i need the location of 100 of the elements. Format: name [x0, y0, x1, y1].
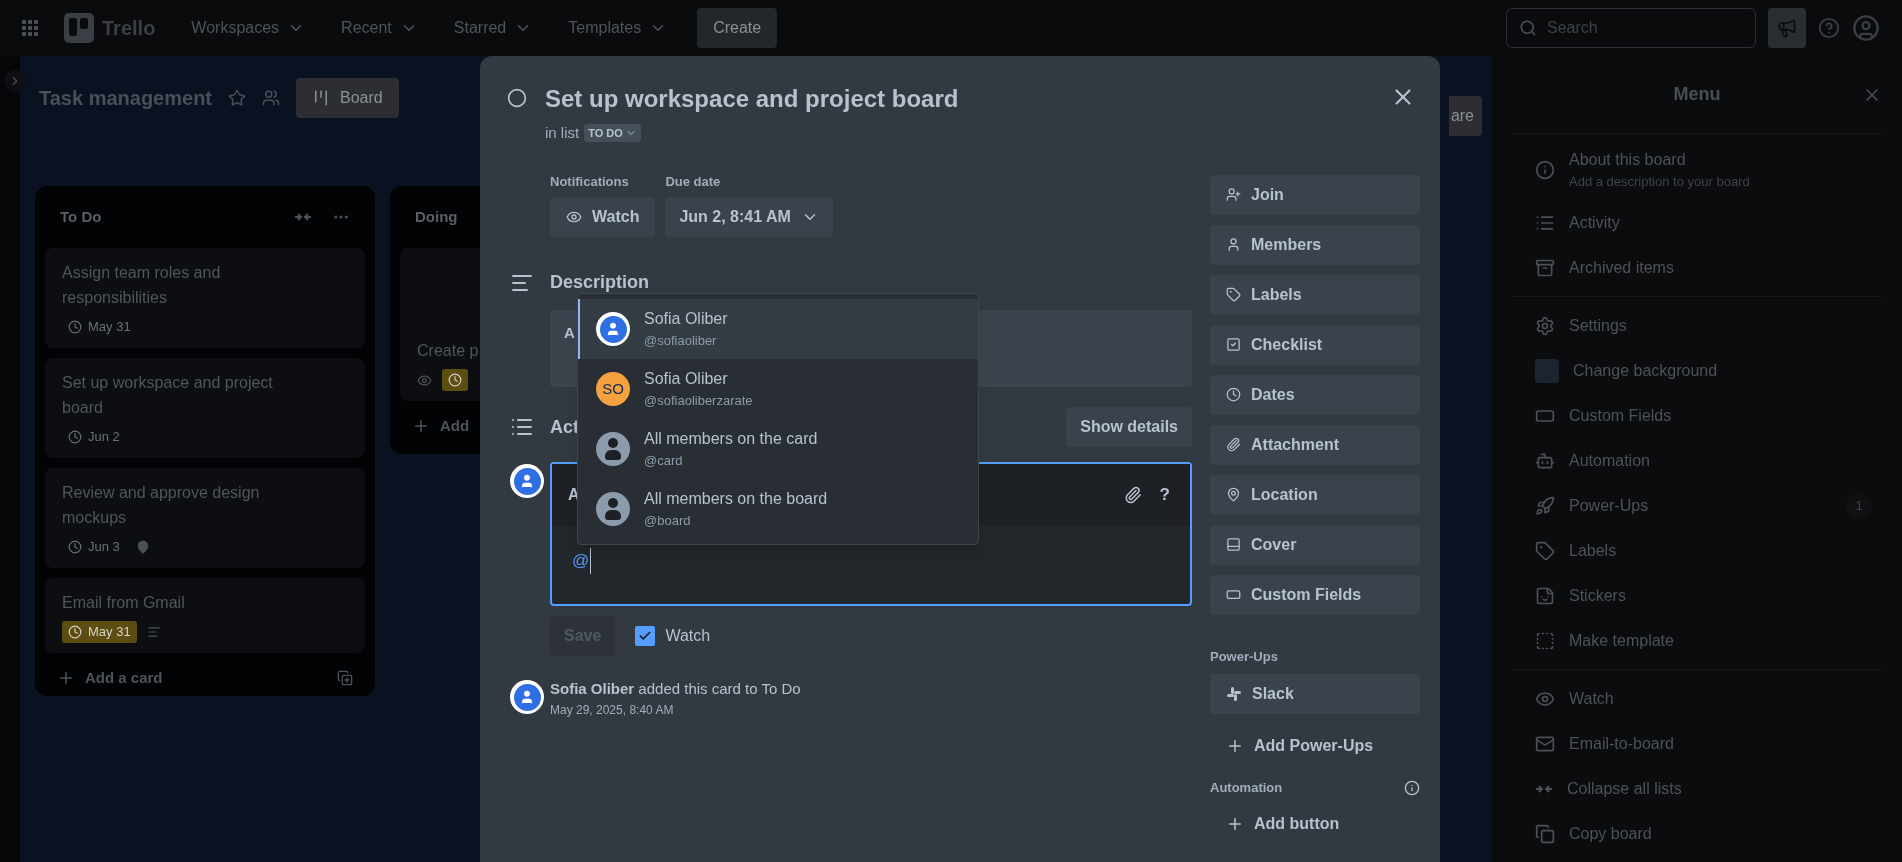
card-action-button[interactable]: Join	[1210, 174, 1420, 215]
card-title: Set up workspace and project board	[545, 84, 960, 114]
mention-option[interactable]: SO Sofia Oliber @sofiaoliberzarate	[578, 359, 978, 419]
card-action-button[interactable]: Location	[1210, 474, 1420, 515]
menu-item[interactable]: Archived items	[1512, 245, 1882, 290]
menu-item[interactable]: Activity	[1512, 200, 1882, 245]
menu-item-label: Labels	[1569, 540, 1618, 561]
sticker-icon	[1535, 585, 1555, 606]
watch-button[interactable]: Watch	[550, 197, 656, 237]
search-input[interactable]: Search	[1547, 16, 1737, 40]
nav-menu-button[interactable]: Workspaces	[177, 12, 320, 44]
due-date: May 31	[62, 316, 137, 338]
checkbox-icon	[1226, 337, 1241, 352]
due-date: May 31	[62, 621, 137, 643]
nav-menu-button[interactable]: Starred	[439, 12, 547, 44]
share-button[interactable]: are	[1448, 96, 1482, 136]
add-card-button[interactable]: Add	[412, 415, 470, 438]
avatar: SO	[596, 372, 630, 406]
star-icon[interactable]	[228, 89, 247, 107]
nav-menu-button[interactable]: Recent	[327, 12, 432, 44]
menu-item[interactable]: Automation	[1512, 438, 1882, 483]
menu-title: Menu	[1673, 83, 1721, 106]
create-button[interactable]: Create	[697, 8, 778, 48]
card-action-button[interactable]: Checklist	[1210, 324, 1420, 365]
eye-icon	[417, 372, 432, 388]
member-name: Sofia Oliber	[644, 309, 728, 330]
card-title: Set up workspace and project board	[62, 373, 274, 418]
logo-icon[interactable]	[64, 13, 94, 43]
card[interactable]: Set up workspace and project board Jun 2	[45, 358, 365, 458]
menu-item[interactable]: About this board Add a description to your board	[1512, 140, 1882, 200]
menu-item[interactable]: Watch	[1512, 676, 1882, 721]
menu-item-label: Automation	[1569, 450, 1651, 471]
menu-item[interactable]: Email-to-board	[1512, 721, 1882, 766]
menu-item-label: Change background	[1573, 360, 1719, 381]
plus-icon	[1226, 737, 1244, 755]
menu-item-label: Power-Ups	[1569, 495, 1650, 516]
member-handle: @sofiaoliberzarate	[644, 392, 753, 411]
mention-option[interactable]: Sofia Oliber @sofiaoliber	[578, 299, 978, 359]
section-label: Power-Ups	[1210, 647, 1279, 666]
avatar	[596, 432, 630, 466]
card[interactable]: Email from Gmail May 31	[45, 578, 365, 653]
person-plus-icon	[1226, 187, 1241, 202]
card-action-button[interactable]: Custom Fields	[1210, 574, 1420, 615]
menu-item[interactable]: Settings	[1512, 303, 1882, 348]
help-button[interactable]: ?	[1159, 482, 1170, 508]
card-title: Assign team roles and responsibilities	[62, 263, 222, 308]
activity-time[interactable]: May 29, 2025, 8:40 AM	[550, 700, 801, 719]
card-action-button[interactable]: Members	[1210, 224, 1420, 265]
checkbox-label: Watch	[665, 626, 711, 646]
archive-icon	[1535, 257, 1555, 278]
info-icon[interactable]	[1404, 779, 1420, 796]
menu-item-label: Watch	[1569, 688, 1615, 709]
card[interactable]: Assign team roles and responsibilities May 31	[45, 248, 365, 348]
template-icon[interactable]	[337, 670, 353, 687]
list-dropdown[interactable]: TO DO	[584, 124, 641, 143]
add-automation-button[interactable]: Add button	[1210, 803, 1420, 844]
card-action-button[interactable]: Cover	[1210, 524, 1420, 565]
notification-button[interactable]	[1768, 8, 1806, 48]
help-icon[interactable]	[1818, 17, 1840, 39]
menu-item-label: Copy board	[1569, 823, 1653, 844]
app-grid-icon[interactable]	[22, 20, 38, 36]
list-title: To Do	[60, 206, 102, 227]
card-action-button[interactable]: Labels	[1210, 274, 1420, 315]
menu-item-label: Make template	[1569, 630, 1675, 651]
show-details-button[interactable]: Show details	[1066, 407, 1192, 447]
field-label: Notifications	[550, 172, 630, 191]
nav-menu-button[interactable]: Templates	[554, 12, 682, 44]
clock-icon	[1226, 387, 1241, 402]
card-action-button[interactable]: Attachment	[1210, 424, 1420, 465]
watch-checkbox[interactable]	[635, 626, 656, 646]
mention-option[interactable]: All members on the board @board	[578, 479, 978, 539]
circle-icon[interactable]	[507, 88, 527, 108]
paperclip-icon	[1226, 437, 1241, 452]
activity-text: Sofia Oliber added this card to To Do	[550, 679, 801, 699]
panel-icon	[1226, 537, 1241, 552]
people-icon[interactable]	[262, 89, 281, 107]
avatar	[510, 680, 544, 714]
expand-sidebar-button[interactable]	[4, 70, 26, 92]
account-avatar-icon[interactable]	[1852, 14, 1880, 42]
menu-item[interactable]: Custom Fields	[1512, 393, 1882, 438]
person-icon	[1226, 237, 1241, 252]
search-field[interactable]: Search	[1506, 8, 1756, 48]
power-up-button[interactable]: Slack	[1210, 674, 1420, 714]
card-action-button[interactable]: Dates	[1210, 374, 1420, 415]
card[interactable]: Review and approve design mockups Jun 3	[45, 468, 365, 568]
add-card-button[interactable]: Add a card	[57, 667, 163, 690]
menu-item[interactable]: Labels	[1512, 528, 1882, 573]
paperclip-icon[interactable]	[1123, 486, 1142, 504]
mention-option[interactable]: All members on the card @card	[578, 419, 978, 479]
due-date-button[interactable]: Jun 2, 8:41 AM	[665, 197, 833, 237]
menu-item[interactable]: Collapse all lists	[1512, 766, 1882, 811]
add-power-ups-button[interactable]: Add Power-Ups	[1210, 726, 1420, 766]
collapse-icon	[294, 211, 312, 223]
menu-item[interactable]: Stickers	[1512, 573, 1882, 618]
menu-item[interactable]: Copy board	[1512, 811, 1882, 856]
menu-item[interactable]: Change background	[1512, 348, 1882, 393]
menu-item[interactable]: Make template	[1512, 618, 1882, 663]
tag-icon	[1535, 540, 1555, 561]
board-view-button[interactable]: Board	[296, 78, 399, 118]
member-name: Sofia Oliber	[644, 369, 729, 390]
